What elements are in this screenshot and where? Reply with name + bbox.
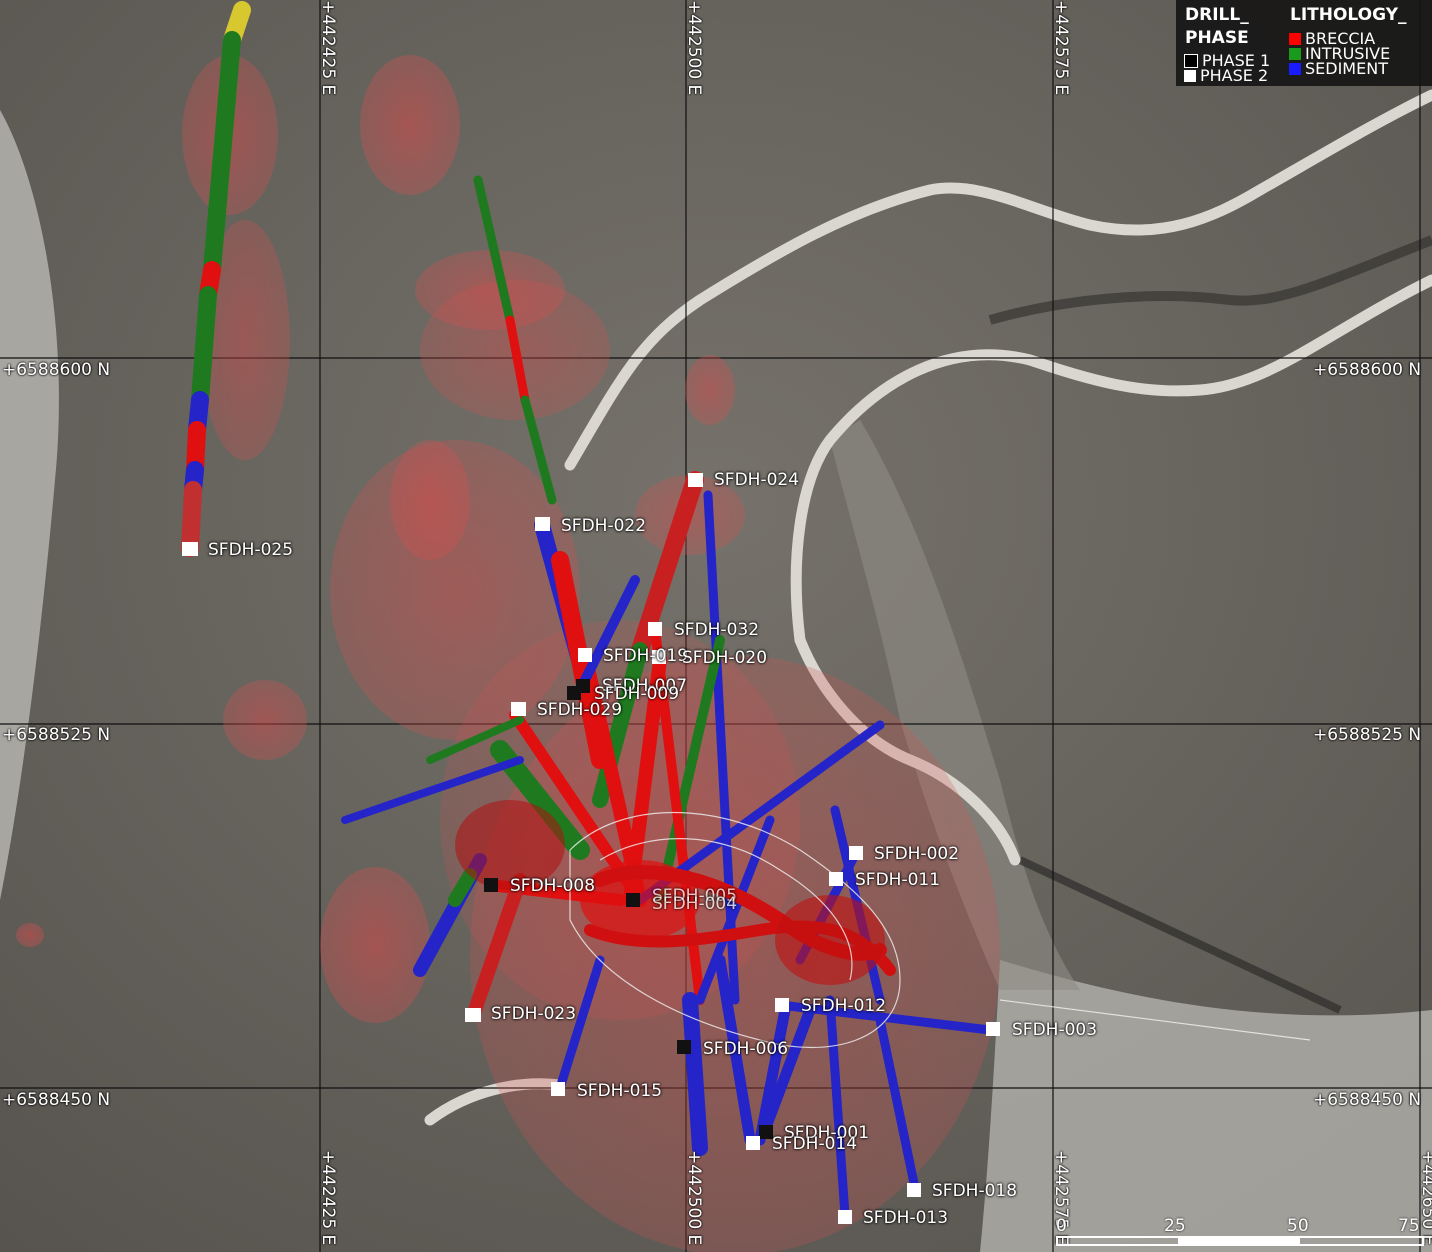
drillhole-label-sfdh-025[interactable]: SFDH-025: [208, 542, 293, 559]
northing-label: +6588450 N: [2, 1090, 111, 1110]
drillhole-label-sfdh-029[interactable]: SFDH-029: [537, 702, 622, 719]
legend-phase-2-label: PHASE 2: [1200, 66, 1269, 85]
legend-drill-phase-title-1: DRILL_: [1185, 5, 1249, 25]
map-legend: DRILL_ PHASE PHASE 1 PHASE 2 LITHOLOGY_ …: [1176, 0, 1432, 86]
easting-label: +442500 E: [684, 1150, 704, 1246]
drillhole-label-sfdh-022[interactable]: SFDH-022: [561, 518, 646, 535]
drillhole-label-sfdh-019[interactable]: SFDH-019: [603, 648, 688, 665]
drillhole-label-sfdh-003[interactable]: SFDH-003: [1012, 1022, 1097, 1039]
legend-phase-2: PHASE 2: [1184, 66, 1269, 85]
drillhole-label-sfdh-018[interactable]: SFDH-018: [932, 1183, 1017, 1200]
drillhole-label-sfdh-008[interactable]: SFDH-008: [510, 878, 595, 895]
drillhole-label-sfdh-015[interactable]: SFDH-015: [577, 1083, 662, 1100]
scale-tick-0: 0: [1056, 1216, 1067, 1236]
intrusive-swatch: [1289, 47, 1301, 60]
northing-label: +6588525 N: [2, 725, 111, 745]
easting-label: +442425 E: [318, 0, 338, 96]
drillhole-label-sfdh-024[interactable]: SFDH-024: [714, 472, 799, 489]
scale-tick-50: 50: [1287, 1216, 1309, 1236]
northing-label: +6588600 N: [1313, 360, 1422, 380]
scale-bar-segment: [1178, 1238, 1300, 1244]
drillhole-label-sfdh-006[interactable]: SFDH-006: [703, 1041, 788, 1058]
easting-label: +442500 E: [684, 0, 704, 96]
legend-drill-phase-title-2: PHASE: [1185, 28, 1249, 48]
drillhole-label-sfdh-002[interactable]: SFDH-002: [874, 846, 959, 863]
northing-label: +6588450 N: [1313, 1090, 1422, 1110]
scale-bar: 0 25 50 75: [1056, 1216, 1426, 1246]
sediment-swatch: [1289, 62, 1301, 75]
drillhole-label-sfdh-032[interactable]: SFDH-032: [674, 622, 759, 639]
scale-tick-25: 25: [1164, 1216, 1186, 1236]
phase-2-swatch: [1184, 69, 1196, 82]
drillhole-map[interactable]: +442425 E +442500 E +442575 E +442425 E …: [0, 0, 1432, 1252]
northing-label: +6588525 N: [1313, 725, 1422, 745]
drillhole-label-sfdh-020[interactable]: SFDH-020: [682, 650, 767, 667]
legend-sediment: SEDIMENT: [1289, 59, 1388, 78]
easting-label: +442575 E: [1051, 0, 1071, 96]
legend-lithology-title: LITHOLOGY_: [1290, 5, 1407, 25]
phase-1-swatch: [1184, 53, 1198, 68]
legend-sediment-label: SEDIMENT: [1305, 59, 1388, 78]
drillhole-label-sfdh-004[interactable]: SFDH-004: [652, 896, 737, 913]
northing-label: +6588600 N: [2, 360, 111, 380]
easting-label: +442425 E: [318, 1150, 338, 1246]
drillhole-label-sfdh-013[interactable]: SFDH-013: [863, 1210, 948, 1227]
drillhole-label-sfdh-023[interactable]: SFDH-023: [491, 1006, 576, 1023]
drillhole-label-sfdh-012[interactable]: SFDH-012: [801, 998, 886, 1015]
scale-tick-75: 75: [1398, 1216, 1420, 1236]
drillhole-label-sfdh-011[interactable]: SFDH-011: [855, 872, 940, 889]
breccia-swatch: [1289, 32, 1301, 45]
drillhole-label-sfdh-014[interactable]: SFDH-014: [772, 1136, 857, 1153]
